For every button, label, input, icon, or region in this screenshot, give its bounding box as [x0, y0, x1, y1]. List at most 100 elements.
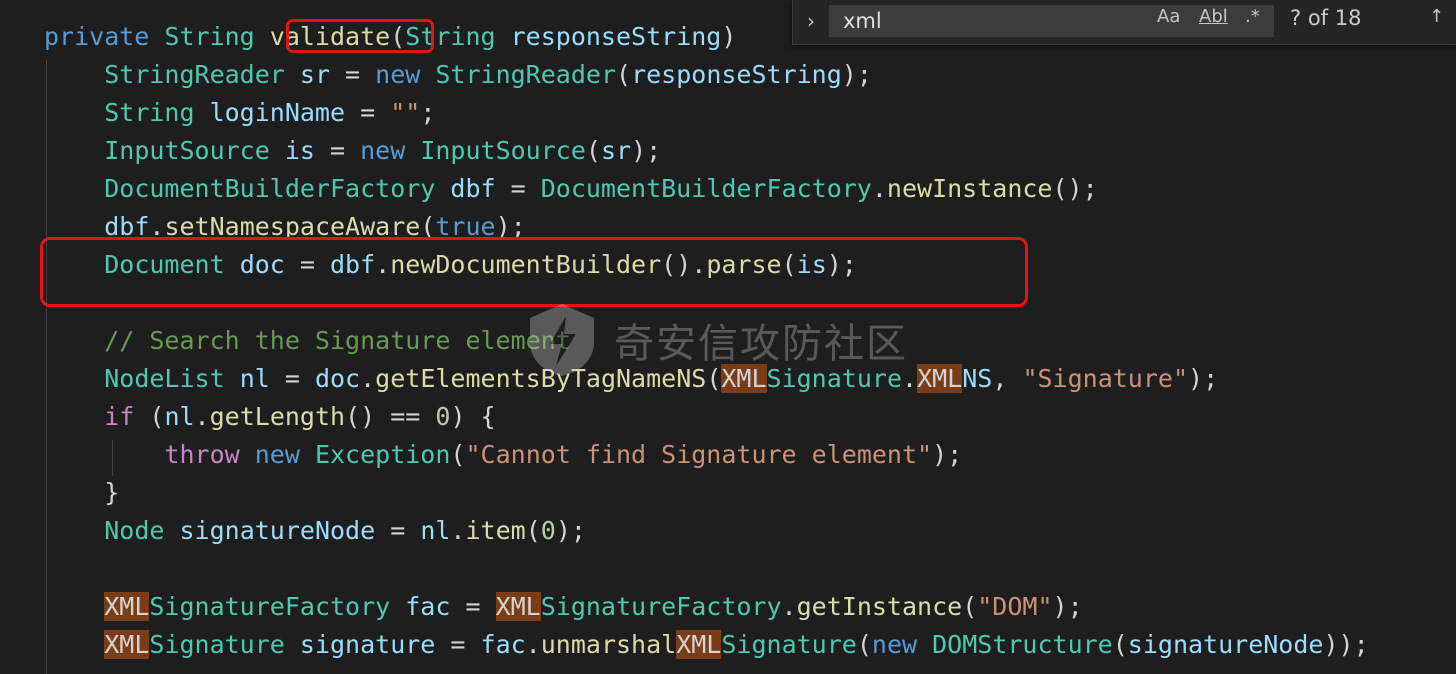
code-token: )); [1323, 630, 1369, 659]
code-token: . [360, 364, 376, 393]
code-token: newInstance [886, 174, 1053, 203]
code-token: , [992, 364, 1023, 393]
code-token: = [375, 516, 421, 545]
code-token: (); [1052, 174, 1098, 203]
code-token: Exception [314, 440, 451, 469]
code-token: signatureNode [1127, 630, 1324, 659]
watermark-logo-icon [530, 304, 594, 376]
code-token: InputSource [104, 136, 285, 165]
code-token: ); [1052, 592, 1083, 621]
code-token: DocumentBuilderFactory [104, 174, 451, 203]
code-token: XML [495, 592, 541, 621]
code-token: new [375, 60, 436, 89]
code-token: InputSource [420, 136, 586, 165]
code-token: ( [450, 440, 466, 469]
code-token: if [104, 402, 150, 431]
code-token: = [314, 136, 361, 165]
code-token: ( [585, 136, 601, 165]
code-token: . [525, 630, 541, 659]
code-token: item [465, 516, 526, 545]
code-line: Node signatureNode = nl.item(0); [44, 512, 586, 550]
code-token: "Signature" [1022, 364, 1189, 393]
code-token: String [104, 98, 210, 127]
code-token: NS [962, 364, 993, 393]
code-token: . [450, 516, 466, 545]
arrow-up-icon[interactable]: ↑ [1429, 6, 1444, 27]
code-token: ( [616, 60, 632, 89]
code-line: String loginName = ""; [44, 94, 435, 132]
code-editor[interactable]: private String validate(String responseS… [0, 0, 1456, 674]
code-line: throw new Exception("Cannot find Signatu… [44, 436, 962, 474]
code-token: sr [600, 136, 632, 165]
code-token: XML [676, 630, 722, 659]
code-line: } [44, 474, 119, 512]
regex-button[interactable]: .* [1245, 6, 1260, 27]
code-token: ; [420, 98, 436, 127]
code-token: unmarshal [540, 630, 677, 659]
code-token: doc [314, 364, 361, 393]
code-token: 0 [540, 516, 556, 545]
code-token: is [284, 136, 315, 165]
code-token: // Search the Signature element [104, 326, 571, 355]
code-token: signatureNode [179, 516, 376, 545]
code-token: ); [841, 60, 872, 89]
code-token: new [360, 136, 421, 165]
code-token: throw [164, 440, 255, 469]
code-token: signature [299, 630, 436, 659]
code-token: = [450, 592, 496, 621]
code-line: XMLSignature signature = fac.unmarshalXM… [44, 626, 1369, 664]
chevron-right-icon[interactable]: › [807, 9, 815, 33]
code-token: Signature [149, 630, 300, 659]
code-line: // Search the Signature element [44, 322, 571, 360]
code-token: dbf [450, 174, 496, 203]
watermark-text: 奇安信攻防社区 [614, 321, 908, 367]
code-token: = [435, 630, 481, 659]
code-token: fac [480, 630, 526, 659]
code-line: DocumentBuilderFactory dbf = DocumentBui… [44, 170, 1098, 208]
code-token: ( [1112, 630, 1128, 659]
code-token: ); [932, 440, 963, 469]
code-token: . [194, 402, 210, 431]
code-token: SignatureFactory [540, 592, 782, 621]
code-token: Signature [721, 630, 857, 659]
code-token: () == [345, 402, 436, 431]
code-token: = [345, 98, 391, 127]
code-token: ( [962, 592, 978, 621]
code-token: = [495, 174, 541, 203]
code-token: XML [104, 630, 150, 659]
code-token: getLength [209, 402, 346, 431]
code-token: responseString [510, 22, 722, 51]
code-token: DocumentBuilderFactory [540, 174, 872, 203]
code-token: fac [405, 592, 451, 621]
code-token: ) [721, 22, 737, 51]
code-token: nl [239, 364, 270, 393]
code-token: ); [631, 136, 662, 165]
code-token: = [269, 364, 315, 393]
code-token: } [44, 478, 120, 507]
code-token: new [871, 630, 933, 659]
code-token: "" [390, 98, 421, 127]
match-count: ? of 18 [1290, 6, 1362, 30]
code-token: "Cannot find Signature element" [465, 440, 933, 469]
code-token: StringReader [435, 60, 616, 89]
whole-word-button[interactable]: Abl [1199, 6, 1228, 27]
code-token: responseString [631, 60, 842, 89]
match-case-button[interactable]: Aa [1157, 6, 1180, 27]
code-token: private [44, 22, 165, 51]
code-line: XMLSignatureFactory fac = XMLSignatureFa… [44, 588, 1083, 626]
code-token: String [164, 22, 270, 51]
highlight-box-validate [286, 19, 434, 53]
code-token: ( [856, 630, 872, 659]
code-token: . [871, 174, 887, 203]
code-token: 0 [435, 402, 451, 431]
